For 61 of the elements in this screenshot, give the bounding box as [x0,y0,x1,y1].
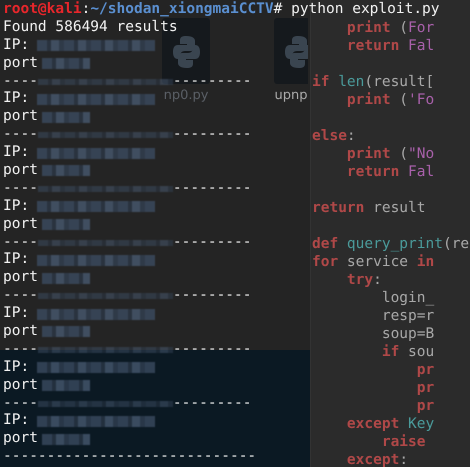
port-label: port [3,108,38,126]
code-line: soup=B [380,325,434,343]
redaction-mark [42,326,90,338]
code-line: return Fal [346,37,434,55]
code-line: raise [380,433,426,451]
code-line: def query_print(re [312,235,470,253]
ip-label: IP: [3,144,30,162]
port-label: port [3,216,38,234]
separator-line: ---- [3,234,38,252]
redaction-mark [42,58,90,70]
separator-line: --------- [172,287,252,306]
code-line: resp=r [380,307,434,325]
ip-label: IP: [3,36,30,55]
code-line: return result [312,199,426,217]
separator-line: ----------------------------- [3,448,256,466]
code-line: login_ [380,289,434,307]
ip-label: IP: [3,198,30,216]
port-label: port [3,323,38,341]
separator-line: ---- [3,180,38,198]
code-line: print ("No [346,145,434,163]
port-label: port [3,54,38,73]
code-line: if sou [380,343,434,361]
command-prompt: root@kali:~/shodan_xiongmaiCCTV# python exploit.py [3,1,441,19]
code-line: pr [416,361,434,379]
separator-line: --------- [172,180,252,198]
file-name[interactable]: upnp [274,88,308,104]
code-line: try: [346,271,382,289]
separator-line: ---- [3,287,38,306]
ip-label: IP: [3,358,30,377]
code-line: except Key [346,415,434,433]
redaction-mark [42,165,90,176]
separator-line: ---- [3,340,38,359]
port-label: port [3,162,38,180]
ip-label: IP: [3,412,30,430]
code-line: pr [416,397,434,415]
separator-line: --------- [172,340,252,359]
ip-label: IP: [3,305,30,324]
port-label: port [3,430,38,448]
redaction-mark [42,219,90,230]
code-line: return Fal [346,163,434,181]
separator-line: ---- [3,72,38,90]
code-line: print (For [346,19,434,37]
separator-line: ---- [3,394,38,412]
ip-label: IP: [3,251,30,270]
code-line: if len(result[ [312,73,434,91]
port-label: port [3,269,38,288]
code-line: print ('Fo [346,91,434,109]
code-line: pr [416,379,434,397]
code-line: for service in [312,253,434,271]
code-line: else: [312,127,356,145]
separator-line: ---- [3,126,38,144]
redaction-mark [42,380,90,392]
python-file-icon[interactable] [274,18,308,84]
separator-line: --------- [172,126,252,144]
ip-label: IP: [3,90,30,108]
separator-line: --------- [172,394,252,412]
separator-line: --------- [172,72,252,89]
separator-line: --------- [172,234,252,252]
code-line: except: [346,451,408,467]
output-text: Found 586494 results [3,18,178,37]
port-label: port [3,376,38,395]
